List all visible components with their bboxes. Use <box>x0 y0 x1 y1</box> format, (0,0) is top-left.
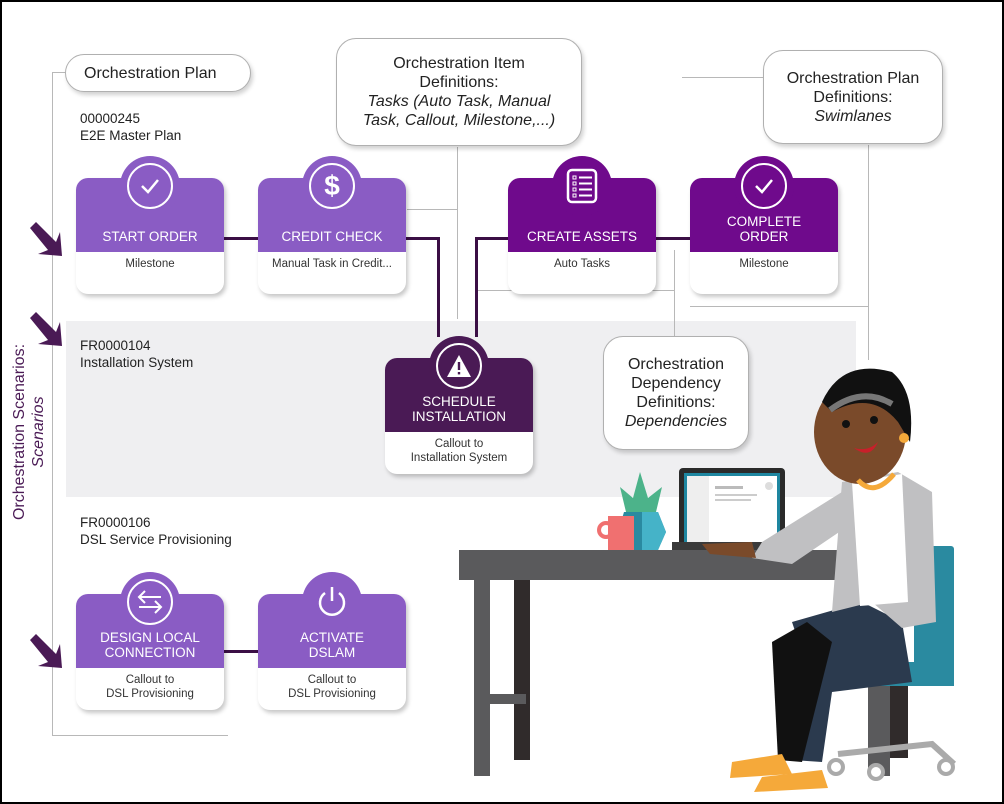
lane-id: 00000245 <box>80 111 141 126</box>
lane-id: FR0000104 <box>80 338 151 353</box>
connector-assets-complete <box>656 237 692 240</box>
swimlane-def-top <box>682 77 764 78</box>
callout-italic: Swimlanes <box>814 107 892 125</box>
connector-credit-schedule-h <box>406 237 440 240</box>
lane-label-installation: FR0000104 Installation System <box>80 337 193 371</box>
title-line: Order <box>739 229 789 244</box>
orchestration-plan-callout: Orchestration Plan <box>65 54 251 92</box>
title-line: Design Local <box>100 630 200 645</box>
callout-text: Orchestration Plan <box>84 64 217 82</box>
lane-name: Installation System <box>80 355 194 370</box>
plan-bracket-top <box>52 72 66 73</box>
lane-name: DSL Service Provisioning <box>80 532 232 547</box>
lane-arrow-icon <box>30 222 62 256</box>
connector-design-activate <box>224 650 260 653</box>
connector-start-credit <box>224 237 260 240</box>
node-subtitle: Milestone <box>739 258 789 270</box>
callout-line: Definitions: <box>419 74 499 91</box>
connector-schedule-assets-h <box>475 237 511 240</box>
title-line: Activate <box>299 630 364 645</box>
lane-label-master-plan: 00000245 E2E Master Plan <box>80 110 181 144</box>
lane-label-dsl: FR0000106 DSL Service Provisioning <box>80 514 232 548</box>
lane-id: FR0000106 <box>80 515 151 530</box>
orchestration-diagram: Orchestration Plan Orchestration Item De… <box>2 2 1002 802</box>
dependency-line <box>674 250 675 338</box>
swap-arrows-icon <box>120 572 180 632</box>
node-subtitle: Callout to DSL Provisioning <box>76 668 224 710</box>
item-def-branch <box>407 209 457 210</box>
lane-name: E2E Master Plan <box>80 128 182 143</box>
title-line: Complete <box>726 214 802 229</box>
connector-schedule-assets-v <box>475 237 478 337</box>
item-def-line <box>457 147 458 319</box>
callout-italic: Task, Callout, Milestone,...) <box>362 112 556 129</box>
item-definitions-callout: Orchestration Item Definitions: Tasks (A… <box>336 38 582 146</box>
callout-line: Orchestration Plan <box>786 69 920 87</box>
callout-line: Definitions: <box>813 88 893 106</box>
check-circle-icon <box>120 156 180 216</box>
swimlane-def-branch <box>690 306 868 307</box>
callout-line: Orchestration Item <box>393 55 525 72</box>
callout-italic: Tasks (Auto Task, Manual <box>367 93 551 110</box>
node-subtitle: Auto Tasks <box>553 258 611 270</box>
title-line: Connection <box>104 645 196 660</box>
subtitle-line: Callout to <box>125 674 175 686</box>
title-line: DSLAM <box>308 645 356 660</box>
subtitle-line: DSL Provisioning <box>288 688 376 700</box>
mug-icon <box>597 516 634 550</box>
lane-arrow-icon <box>30 312 62 346</box>
subtitle-line: DSL Provisioning <box>106 688 194 700</box>
lane-arrow-icon <box>30 634 62 668</box>
power-icon <box>302 572 362 632</box>
check-circle-icon <box>734 156 794 216</box>
node-subtitle: Manual Task in Credit... <box>272 258 392 270</box>
subtitle-line: Callout to <box>307 674 357 686</box>
person-at-desk-illustration <box>459 368 957 792</box>
dollar-icon: $ <box>302 156 362 216</box>
node-subtitle: Milestone <box>125 258 175 270</box>
swimlane-def-line <box>868 145 869 360</box>
plan-definitions-callout: Orchestration Plan Definitions: Swimlane… <box>763 50 943 144</box>
checklist-icon <box>552 156 612 216</box>
node-subtitle: Callout to DSL Provisioning <box>258 668 406 710</box>
connector-credit-schedule-v <box>437 237 440 337</box>
plan-bracket-bottom <box>52 735 228 736</box>
